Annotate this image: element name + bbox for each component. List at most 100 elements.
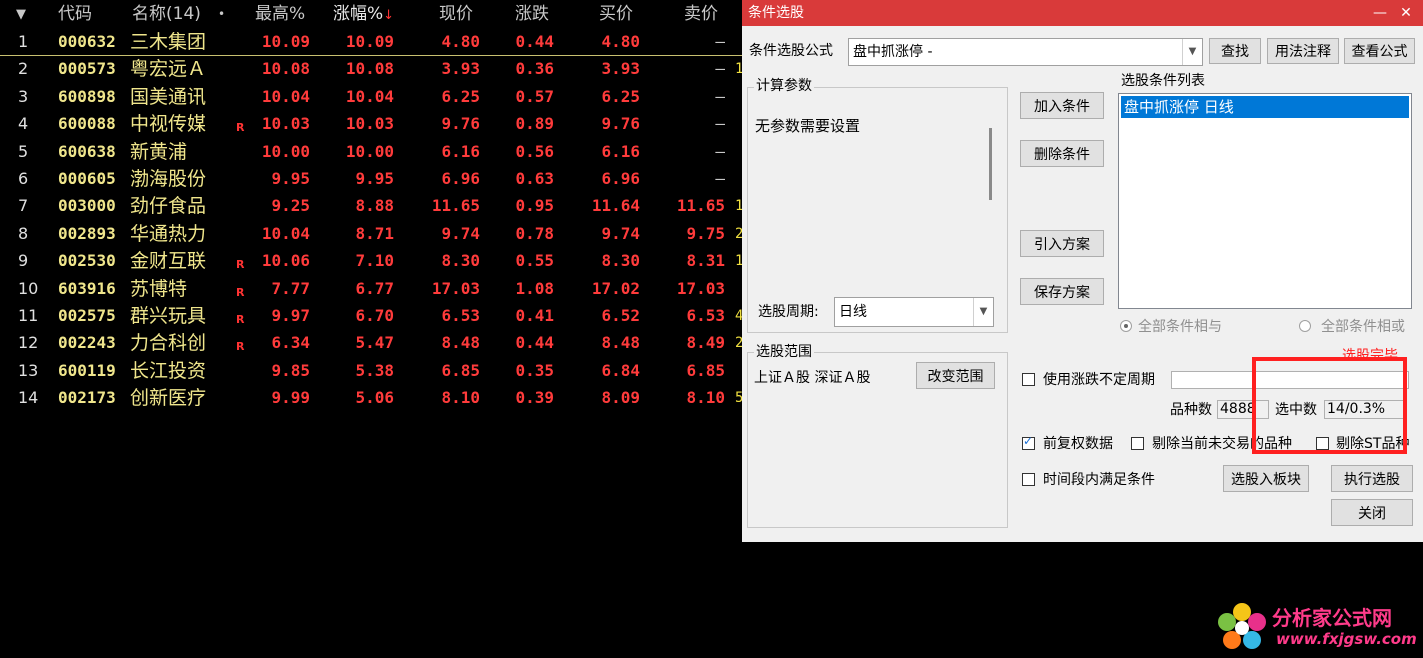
exclude-untraded-checkbox[interactable] (1131, 437, 1144, 450)
change-pct: 10.04 (345, 86, 394, 106)
condition-list[interactable]: 盘中抓涨停 日线 (1118, 93, 1412, 309)
price-change: 0.56 (515, 141, 554, 161)
current-price: 9.76 (441, 114, 480, 134)
current-price: 3.93 (441, 59, 480, 79)
table-row[interactable]: 2 000573 粤宏远Ａ 10.08 10.08 3.93 0.36 3.93 –1 (0, 55, 742, 82)
table-row[interactable]: 3 600898 国美通讯 10.04 10.04 6.25 0.57 6.25 – (0, 83, 742, 110)
price-change: 0.63 (515, 169, 554, 188)
formula-select[interactable]: 盘中抓涨停 - ▼ (848, 38, 1203, 66)
column-header-sell[interactable]: 卖价 (684, 3, 718, 25)
table-row[interactable]: 6 000605 渤海股份 9.95 9.95 6.96 0.63 6.96 – (0, 165, 742, 192)
stock-code: 002575 (58, 306, 116, 325)
table-row[interactable]: 9 002530 金财互联 R 10.06 7.10 8.30 0.55 8.30 8.31 1 (0, 247, 742, 274)
table-row[interactable]: 13 600119 长江投资 9.85 5.38 6.85 0.35 6.84 6.85 (0, 357, 742, 384)
highlight-annotation-box (1252, 357, 1407, 454)
table-row[interactable]: 4 600088 中视传媒 R 10.03 10.03 9.76 0.89 9.76– (0, 110, 742, 137)
truncated-column (735, 167, 742, 191)
time-range-checkbox[interactable] (1022, 473, 1035, 486)
add-condition-button[interactable]: 加入条件 (1020, 92, 1104, 119)
high-pct: 9.85 (271, 360, 310, 380)
params-text: 无参数需要设置 (755, 117, 861, 135)
delete-condition-button[interactable]: 删除条件 (1020, 140, 1104, 167)
price-change: 0.39 (515, 388, 554, 408)
column-header-buy[interactable]: 买价 (599, 3, 633, 25)
bid-price: 17.02 (591, 278, 640, 298)
current-price: 6.96 (441, 169, 480, 188)
price-change: 0.44 (515, 32, 554, 51)
table-row[interactable]: 14 002173 创新医疗 9.99 5.06 8.10 0.39 8.09 8.10 5 (0, 384, 742, 411)
truncated-column (735, 277, 742, 301)
row-index: 14 (18, 388, 39, 408)
column-header-high[interactable]: 最高% (255, 3, 305, 25)
column-header-price[interactable]: 现价 (439, 3, 473, 25)
minimize-icon[interactable]: — (1369, 2, 1391, 24)
execute-screening-button[interactable]: 执行选股 (1331, 465, 1413, 492)
stock-code: 002243 (58, 333, 116, 353)
current-price: 8.10 (441, 388, 480, 408)
use-period-checkbox[interactable] (1022, 373, 1035, 386)
dialog-title: 条件选股 (748, 5, 804, 21)
column-header-name[interactable]: 名称(14) (132, 3, 201, 25)
find-button[interactable]: 查找 (1209, 38, 1261, 64)
table-row[interactable]: 1 000632 三木集团 10.09 10.09 4.80 0.44 4.80 – (0, 28, 742, 56)
column-header-code[interactable]: 代码 (58, 3, 92, 25)
stock-list-panel: ▼ 代码 名称(14) • 最高% 涨幅%↓ 现价 涨跌 买价 卖价 1 0006… (0, 0, 742, 658)
column-header-pct[interactable]: 涨幅%↓ (333, 3, 394, 25)
table-row[interactable]: 8 002893 华通热力 10.04 8.71 9.74 0.78 9.74 9.75 2 (0, 220, 742, 247)
bid-price: 6.96 (601, 169, 640, 188)
price-change: 1.08 (515, 278, 554, 298)
all-or-label: 全部条件相或 (1321, 319, 1405, 335)
current-price: 6.16 (441, 141, 480, 161)
high-pct: 10.09 (261, 32, 310, 51)
close-icon[interactable]: ✕ (1395, 2, 1417, 24)
all-or-radio[interactable] (1299, 320, 1311, 332)
stock-name: 粤宏远Ａ (130, 58, 207, 81)
dialog-titlebar[interactable]: 条件选股 — ✕ (742, 0, 1423, 26)
table-row[interactable]: 12 002243 力合科创 R 6.34 5.47 8.48 0.44 8.48 8.49 2 (0, 329, 742, 356)
import-scheme-button[interactable]: 引入方案 (1020, 230, 1104, 257)
ask-price: 8.49 (686, 333, 725, 353)
table-row[interactable]: 11 002575 群兴玩具 R 9.97 6.70 6.53 0.41 6.52 6.53 4 (0, 302, 742, 329)
add-to-block-button[interactable]: 选股入板块 (1223, 465, 1309, 492)
table-row[interactable]: 5 600638 新黄浦 10.00 10.00 6.16 0.56 6.16 – (0, 138, 742, 165)
column-header-change[interactable]: 涨跌 (515, 3, 549, 25)
ask-price: 9.75 (686, 223, 725, 243)
range-text: 上证Ａ股 深证Ａ股 (754, 370, 871, 386)
formula-select-value: 盘中抓涨停 - (853, 44, 933, 60)
current-price: 6.25 (441, 86, 480, 106)
truncated-column (735, 85, 742, 109)
all-and-radio[interactable] (1120, 320, 1132, 332)
stock-name: 国美通讯 (130, 85, 207, 108)
condition-list-item[interactable]: 盘中抓涨停 日线 (1121, 96, 1409, 118)
change-pct: 5.38 (355, 360, 394, 380)
bid-price: 6.84 (601, 360, 640, 380)
table-row[interactable]: 10 603916 苏博特 R 7.77 6.77 17.03 1.08 17.02 17.03 (0, 275, 742, 302)
pre-adjust-label: 前复权数据 (1043, 436, 1113, 452)
period-select[interactable]: 日线 ▼ (834, 297, 994, 327)
stock-code: 002893 (58, 223, 116, 243)
table-row[interactable]: 7 003000 劲仔食品 9.25 8.88 11.65 0.95 11.64 11.65 1 (0, 192, 742, 219)
price-change: 0.35 (515, 360, 554, 380)
truncated-column (735, 112, 742, 136)
chevron-down-icon[interactable]: ▼ (1182, 39, 1202, 65)
pre-adjust-checkbox[interactable] (1022, 434, 1035, 450)
params-scrollbar[interactable] (989, 128, 992, 200)
close-button[interactable]: 关闭 (1331, 499, 1413, 526)
truncated-column (735, 359, 742, 383)
chevron-down-icon[interactable]: ▼ (973, 298, 993, 326)
save-scheme-button[interactable]: 保存方案 (1020, 278, 1104, 305)
current-price: 8.30 (441, 251, 480, 271)
high-pct: 7.77 (271, 278, 310, 298)
usage-notes-button[interactable]: 用法注释 (1267, 38, 1339, 64)
stock-code: 600088 (58, 114, 116, 134)
change-pct: 5.06 (355, 388, 394, 408)
sort-desc-icon: ↓ (383, 8, 395, 23)
change-range-button[interactable]: 改变范围 (916, 362, 995, 389)
view-formula-button[interactable]: 查看公式 (1344, 38, 1415, 64)
truncated-column: 2 (735, 335, 742, 352)
price-change: 0.78 (515, 223, 554, 243)
condition-list-label: 选股条件列表 (1121, 73, 1205, 89)
current-price: 9.74 (441, 223, 480, 243)
column-menu-icon[interactable]: ▼ (16, 4, 26, 26)
current-price: 17.03 (431, 278, 480, 298)
